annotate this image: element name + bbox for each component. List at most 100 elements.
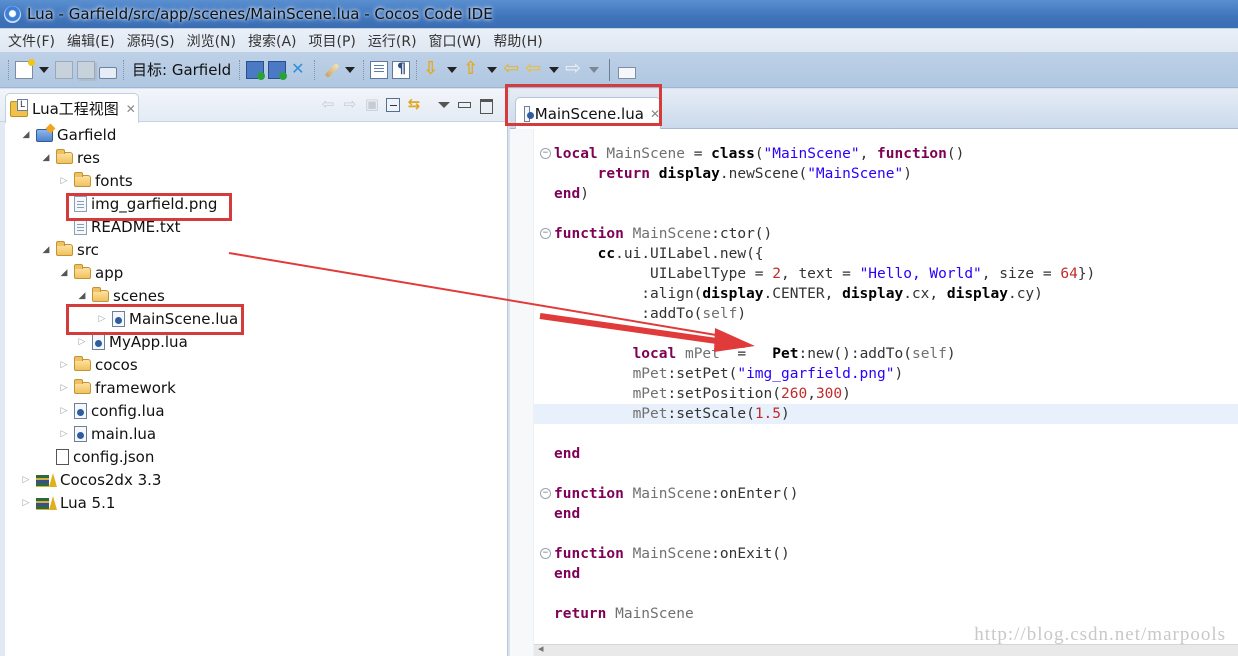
expand-arrow-icon[interactable]: ▷ [58, 383, 70, 393]
tree-item[interactable]: ▷ Lua 5.1 [20, 492, 116, 514]
fold-toggle-icon[interactable]: − [540, 548, 551, 559]
outline-icon[interactable] [370, 60, 389, 79]
save-all-icon[interactable] [77, 60, 95, 79]
code-line[interactable]: − function MainScene:onExit() [534, 544, 1238, 564]
code-line[interactable] [534, 524, 1238, 544]
view-menu-icon[interactable] [438, 102, 450, 108]
remote-debug-icon[interactable] [290, 59, 308, 79]
tree-item[interactable]: README.txt [58, 216, 181, 238]
tree-item[interactable]: ▷ fonts [58, 170, 133, 192]
tree-item[interactable]: ▷ MainScene.lua [96, 308, 239, 330]
tree-item[interactable]: ▷ main.lua [58, 423, 157, 445]
tree-item[interactable]: ▷ MyApp.lua [76, 331, 188, 353]
close-icon[interactable]: ✕ [650, 107, 660, 121]
code-line[interactable] [534, 204, 1238, 224]
tab-mainscene-lua[interactable]: MainScene.lua ✕ [515, 97, 661, 129]
target-label[interactable]: 目标: Garfield [132, 59, 231, 80]
brush-dropdown-icon[interactable] [345, 66, 356, 73]
code-line[interactable]: cc.ui.UILabel.new({ [534, 244, 1238, 264]
tree-item[interactable]: ◢ res [40, 147, 100, 169]
code-line[interactable]: UILabelType = 2, text = "Hello, World", … [534, 264, 1238, 284]
code-line[interactable]: − function MainScene:onEnter() [534, 484, 1238, 504]
forward-nav-icon[interactable]: ⇨ [342, 97, 358, 113]
run-icon[interactable] [268, 60, 288, 80]
expand-arrow-icon[interactable]: ▷ [58, 406, 70, 416]
up-level-icon[interactable]: ▣ [364, 97, 380, 113]
menu-help[interactable]: 帮助(H) [488, 31, 549, 51]
fold-toggle-icon[interactable]: − [540, 228, 551, 239]
new-icon[interactable] [15, 58, 35, 79]
close-icon[interactable]: ✕ [126, 102, 136, 116]
collapse-arrow-icon[interactable]: ◢ [20, 130, 32, 140]
menu-project[interactable]: 项目(P) [304, 31, 363, 51]
back-icon[interactable] [525, 57, 543, 79]
tree-item[interactable]: ▷ Cocos2dx 3.3 [20, 469, 162, 491]
expand-arrow-icon[interactable]: ▷ [96, 314, 108, 324]
minimize-icon[interactable] [456, 97, 472, 113]
maximize-icon[interactable] [478, 97, 494, 114]
code-line[interactable] [534, 464, 1238, 484]
collapse-arrow-icon[interactable]: ◢ [76, 291, 88, 301]
collapse-arrow-icon[interactable]: ◢ [58, 268, 70, 278]
tree-item[interactable]: ◢ app [58, 262, 123, 284]
forward-icon[interactable] [565, 57, 583, 79]
forward-dropdown-icon[interactable] [589, 66, 600, 73]
expand-arrow-icon[interactable]: ▷ [20, 475, 32, 485]
menu-run[interactable]: 运行(R) [363, 31, 424, 51]
print-icon[interactable] [99, 66, 117, 79]
menu-navigate[interactable]: 浏览(N) [182, 31, 243, 51]
next-annotation-dropdown-icon[interactable] [447, 66, 458, 73]
expand-arrow-icon[interactable]: ▷ [58, 360, 70, 370]
menu-source[interactable]: 源码(S) [122, 31, 182, 51]
back-nav-icon[interactable]: ⇦ [320, 97, 336, 113]
expand-arrow-icon[interactable]: ▷ [58, 176, 70, 186]
tree-item[interactable]: ▷ config.lua [58, 400, 165, 422]
menu-file[interactable]: 文件(F) [3, 31, 62, 51]
paragraph-icon[interactable] [392, 60, 411, 79]
menu-edit[interactable]: 编辑(E) [62, 31, 122, 51]
window-icon[interactable] [618, 66, 637, 79]
code-line[interactable]: mPet:setScale(1.5) [534, 404, 1238, 424]
debug-icon[interactable] [246, 60, 266, 80]
next-annotation-icon[interactable] [423, 58, 441, 79]
code-line[interactable]: return display.newScene("MainScene") [534, 164, 1238, 184]
fold-toggle-icon[interactable]: − [540, 488, 551, 499]
new-dropdown-icon[interactable] [39, 66, 49, 73]
horizontal-scrollbar[interactable] [534, 642, 1238, 656]
collapse-all-icon[interactable] [386, 98, 400, 112]
code-line[interactable]: end) [534, 184, 1238, 204]
code-line[interactable] [534, 424, 1238, 444]
expand-arrow-icon[interactable]: ▷ [20, 498, 32, 508]
code-area[interactable]: − local MainScene = class("MainScene", fu… [534, 129, 1238, 644]
tree-item[interactable]: ▷ framework [58, 377, 176, 399]
prev-annotation-icon[interactable] [463, 58, 481, 79]
last-edit-icon[interactable] [503, 57, 521, 79]
collapse-arrow-icon[interactable]: ◢ [40, 245, 52, 255]
tab-lua-project-view[interactable]: Lua工程视图 ✕ [5, 93, 139, 123]
code-line[interactable]: end [534, 444, 1238, 464]
code-line[interactable]: − local MainScene = class("MainScene", fu… [534, 144, 1238, 164]
code-line[interactable]: mPet:setPosition(260,300) [534, 384, 1238, 404]
code-line[interactable]: return MainScene [534, 604, 1238, 624]
code-line[interactable]: end [534, 504, 1238, 524]
fold-toggle-icon[interactable]: − [540, 148, 551, 159]
code-line[interactable]: :addTo(self) [534, 304, 1238, 324]
expand-arrow-icon[interactable]: ▷ [76, 337, 88, 347]
code-line[interactable]: local mPet = Pet:new():addTo(self) [534, 344, 1238, 364]
brush-icon[interactable] [321, 61, 339, 79]
code-line[interactable]: mPet:setPet("img_garfield.png") [534, 364, 1238, 384]
tree-item[interactable]: ◢ src [40, 239, 99, 261]
collapse-arrow-icon[interactable]: ◢ [40, 153, 52, 163]
save-icon[interactable] [55, 60, 73, 79]
tree-item[interactable]: img_garfield.png [58, 193, 217, 215]
back-dropdown-icon[interactable] [549, 66, 560, 73]
menu-search[interactable]: 搜索(A) [243, 31, 304, 51]
code-line[interactable] [534, 584, 1238, 604]
tree-item[interactable]: ◢ Garfield [20, 124, 117, 146]
tree-item[interactable]: ▷ cocos [58, 354, 138, 376]
code-line[interactable]: end [534, 564, 1238, 584]
link-with-editor-icon[interactable]: ⇆ [406, 97, 422, 113]
tree-item[interactable]: config.json [40, 446, 154, 468]
menu-window[interactable]: 窗口(W) [424, 31, 489, 51]
prev-annotation-dropdown-icon[interactable] [487, 66, 498, 73]
